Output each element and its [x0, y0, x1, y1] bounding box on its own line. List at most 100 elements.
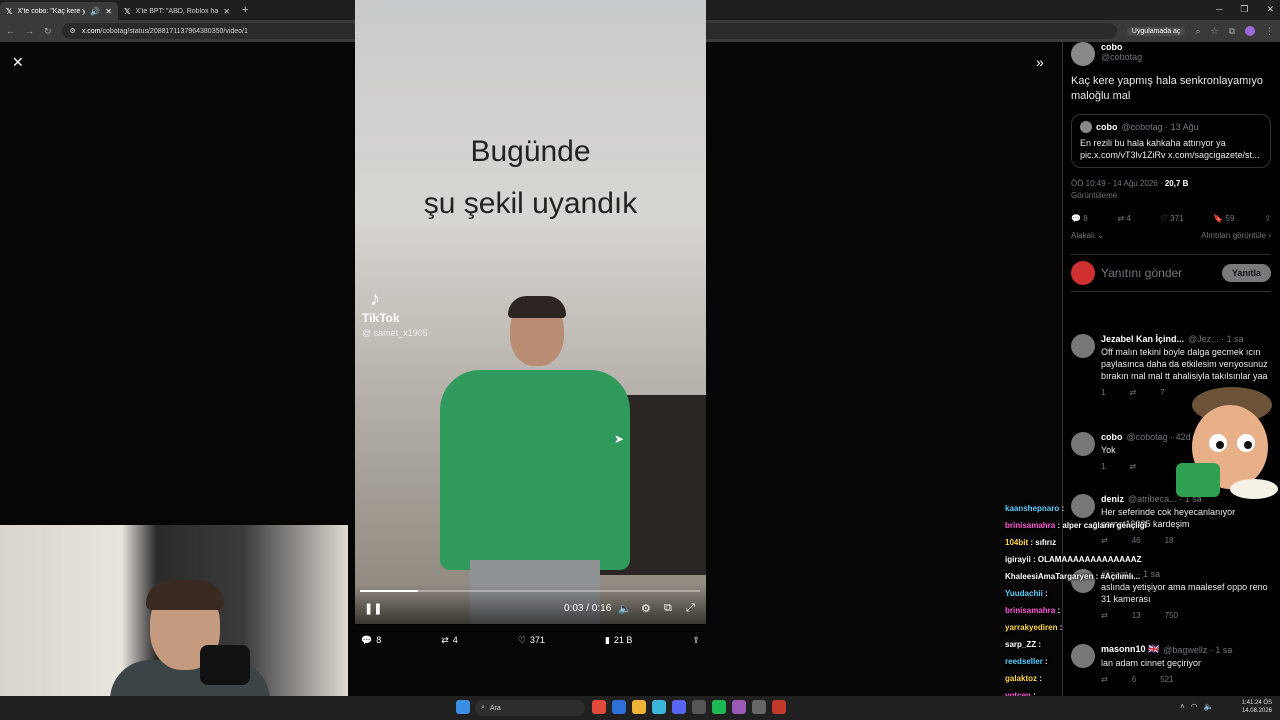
- author-avatar[interactable]: [1071, 42, 1095, 66]
- taskbar-search[interactable]: ⌕ Ara: [475, 700, 585, 716]
- maximize-icon[interactable]: ❐: [1240, 4, 1248, 15]
- reply-repost-icon[interactable]: ⇄: [1129, 388, 1136, 397]
- wifi-icon[interactable]: ◠: [1191, 702, 1198, 711]
- fullscreen-icon[interactable]: ⤢: [686, 602, 695, 615]
- close-viewer-icon[interactable]: ✕: [12, 54, 24, 71]
- chat-user: galaktoz: [1005, 674, 1038, 683]
- tab-title: X'te BPT: "ABD, Roblox hakkınd: [135, 7, 219, 15]
- bookmark-star-icon[interactable]: ☆: [1210, 26, 1218, 37]
- volume-tray-icon[interactable]: 🔈: [1204, 702, 1214, 711]
- app-icon[interactable]: [772, 700, 786, 714]
- minimize-icon[interactable]: ─: [1216, 4, 1222, 15]
- system-clock[interactable]: 1:41:24 ÖS 14.08.2026: [1242, 699, 1272, 715]
- expand-sidebar-icon[interactable]: »: [1036, 54, 1044, 70]
- pause-icon[interactable]: ❚❚: [364, 602, 382, 615]
- tab-title: X'te cobo: "Kaç kere yapmı: [17, 7, 86, 15]
- chat-user: brinisamahra: [1005, 521, 1056, 530]
- quote-avatar: [1080, 121, 1092, 133]
- open-in-app-button[interactable]: Uygulamada aç: [1126, 26, 1186, 36]
- back-icon[interactable]: ←: [6, 26, 15, 36]
- quote-handle: @cobotag · 13 Ağu: [1121, 122, 1199, 132]
- chat-user: yarrakyediren: [1005, 623, 1058, 632]
- close-tab-icon[interactable]: ✕: [223, 7, 230, 16]
- app-icon[interactable]: [732, 700, 746, 714]
- quote-author-name: cobo: [1096, 122, 1118, 132]
- video-progress-bar[interactable]: [360, 590, 700, 592]
- tab-cobo[interactable]: 𝕏 X'te cobo: "Kaç kere yapmı 🔊 ✕: [0, 2, 118, 20]
- repost-button[interactable]: ⇄ 4: [441, 635, 458, 646]
- reply-reply-count[interactable]: 1: [1101, 462, 1105, 471]
- new-tab-button[interactable]: +: [242, 4, 248, 16]
- repost-icon: ⇄: [441, 634, 449, 645]
- like-button[interactable]: ♡ 371: [518, 635, 545, 646]
- settings-gear-icon[interactable]: ⚙: [641, 602, 651, 615]
- related-dropdown[interactable]: Alakalı ⌄: [1071, 231, 1104, 240]
- tweet-repost-button[interactable]: ⇄ 4: [1117, 214, 1130, 223]
- chat-message: :: [1061, 504, 1065, 513]
- author-handle[interactable]: @cobotag: [1101, 52, 1142, 62]
- reply-icon: 💬: [361, 634, 373, 645]
- chat-line: brinisamahra :: [1005, 602, 1175, 619]
- reply-like-count[interactable]: 7: [1160, 388, 1164, 397]
- reply-submit-button[interactable]: Yanıtla: [1221, 264, 1271, 282]
- edge-icon[interactable]: [652, 700, 666, 714]
- reply-repost-icon[interactable]: ⇄: [1129, 462, 1136, 471]
- mouse-cursor-icon: ➤: [614, 432, 625, 446]
- zoom-icon[interactable]: ⌕: [1195, 26, 1200, 37]
- view-quotes-link[interactable]: Alıntıları görüntüle ›: [1201, 231, 1271, 240]
- webcam-person-hair: [146, 580, 224, 610]
- close-tab-icon[interactable]: ✕: [105, 7, 112, 16]
- chat-message: : sıfırız: [1030, 538, 1057, 547]
- share-icon[interactable]: ⇪: [692, 635, 700, 646]
- file-explorer-icon[interactable]: [632, 700, 646, 714]
- author-name[interactable]: cobo: [1101, 42, 1142, 52]
- reply-avatar[interactable]: [1071, 432, 1095, 456]
- reply-author-name[interactable]: Jezabel Kan İçind...: [1101, 334, 1184, 344]
- views-button[interactable]: ▮ 21 B: [605, 635, 632, 646]
- reply-input[interactable]: Yanıtını gönder: [1101, 266, 1216, 280]
- app-icon[interactable]: [752, 700, 766, 714]
- tiktok-watermark: ♪ TikTok @ samet_x1905: [362, 288, 428, 339]
- system-tray: ˄ ◠ 🔈: [1180, 702, 1214, 711]
- speaker-icon[interactable]: 🔊: [90, 7, 100, 16]
- tweet-share-icon[interactable]: ⇪: [1264, 214, 1271, 223]
- reply-author-name[interactable]: cobo: [1101, 432, 1123, 442]
- chat-user: kaanshepnaro: [1005, 504, 1060, 513]
- site-info-icon[interactable]: ⚙: [70, 27, 76, 35]
- heart-icon: ♡: [517, 634, 526, 645]
- chat-line: Yuudachii :: [1005, 585, 1175, 602]
- clock-time: 1:41:24 ÖS: [1241, 700, 1272, 706]
- forward-icon[interactable]: →: [25, 26, 34, 36]
- reload-icon[interactable]: ↻: [44, 26, 52, 37]
- discord-icon[interactable]: [672, 700, 686, 714]
- volume-icon[interactable]: 🔈: [618, 602, 632, 615]
- reply-avatar[interactable]: [1071, 334, 1095, 358]
- tweet-timestamp[interactable]: ÖÖ 10:49 · 14 Ağu 2026 ·: [1071, 179, 1165, 188]
- tweet-bookmark-button[interactable]: 🔖 59: [1213, 214, 1234, 223]
- tiktok-note-icon: ♪: [370, 288, 380, 310]
- reply-button[interactable]: 💬 8: [361, 635, 381, 646]
- start-icon[interactable]: [456, 700, 470, 714]
- tweet-like-button[interactable]: ♡ 371: [1161, 214, 1184, 223]
- reply-reply-count[interactable]: 1: [1101, 388, 1105, 397]
- chat-line: yarrakyediren :: [1005, 619, 1175, 636]
- my-avatar[interactable]: [1071, 261, 1095, 285]
- mascot-plate: [1230, 479, 1278, 499]
- url-domain: x.com: [81, 27, 101, 35]
- tiktok-brand: TikTok: [362, 311, 400, 325]
- chevron-up-icon[interactable]: ˄: [1180, 702, 1185, 711]
- picture-in-picture-icon[interactable]: ⧉: [664, 602, 672, 615]
- spotify-icon[interactable]: [712, 700, 726, 714]
- chrome-icon[interactable]: [592, 700, 606, 714]
- reply-handle: @Jez... · 1 sa: [1188, 334, 1244, 344]
- tab-bpt[interactable]: 𝕏 X'te BPT: "ABD, Roblox hakkınd ✕: [118, 2, 236, 20]
- close-window-icon[interactable]: ✕: [1266, 4, 1274, 15]
- extensions-icon[interactable]: ⧉: [1229, 26, 1235, 37]
- menu-icon[interactable]: ⋮: [1265, 26, 1274, 37]
- profile-avatar[interactable]: [1245, 26, 1255, 36]
- window-controls: ─ ❐ ✕: [1216, 4, 1274, 15]
- word-icon[interactable]: [612, 700, 626, 714]
- tweet-reply-button[interactable]: 💬 8: [1071, 214, 1088, 223]
- quoted-tweet[interactable]: cobo @cobotag · 13 Ağu En rezili bu hala…: [1071, 114, 1271, 168]
- obs-icon[interactable]: [692, 700, 706, 714]
